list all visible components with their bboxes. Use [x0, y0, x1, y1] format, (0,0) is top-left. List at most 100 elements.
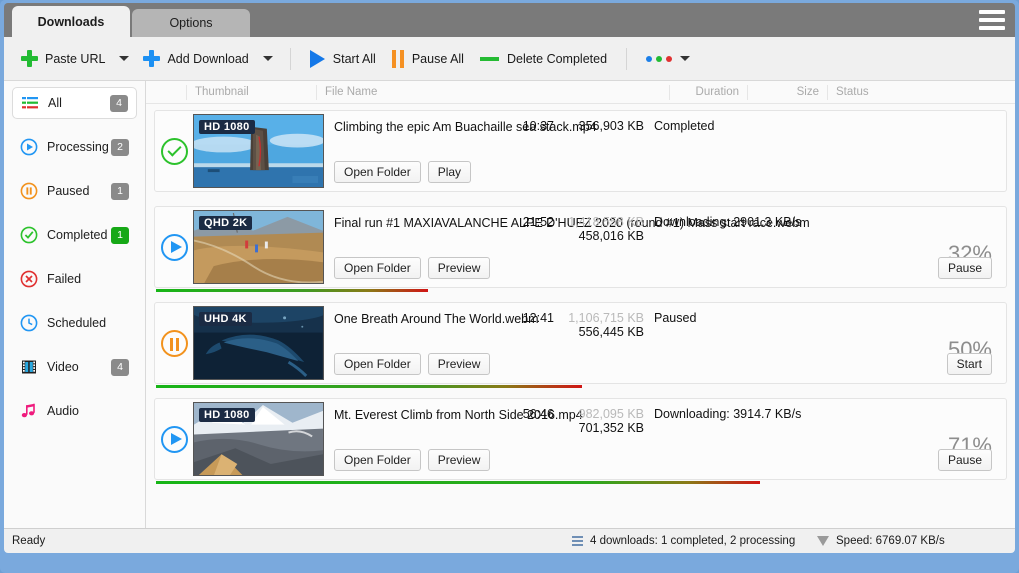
- chevron-down-icon: [262, 56, 273, 61]
- size-downloaded: 701,352 KB: [578, 421, 644, 435]
- tab-downloads[interactable]: Downloads: [12, 6, 130, 37]
- sidebar-item-completed[interactable]: Completed 1: [12, 219, 137, 251]
- row-buttons: Open Folder Play: [334, 161, 472, 183]
- sidebar-item-video[interactable]: Video 4: [12, 351, 137, 383]
- chevron-down-icon: [119, 56, 130, 61]
- preview-button[interactable]: Preview: [427, 353, 491, 375]
- row-action: Pause: [937, 449, 992, 471]
- row-main: Final run #1 MAXIAVALANCHE ALPE D'HUEZ 2…: [324, 207, 1006, 287]
- progress-bar: [156, 481, 761, 484]
- thumbnail[interactable]: HD 1080: [193, 114, 324, 188]
- table-row[interactable]: HD 1080 Mt. Everest Climb from North Sid…: [154, 398, 1007, 484]
- column-header-status[interactable]: Status: [827, 84, 1015, 100]
- play-circle-icon: [160, 425, 188, 453]
- size: 1,106,715 KB 556,445 KB: [562, 311, 654, 339]
- pause-all-label: Pause All: [411, 51, 464, 66]
- add-download-dropdown[interactable]: [258, 44, 278, 74]
- column-headers: Thumbnail File Name Duration Size Status: [146, 81, 1015, 104]
- row-buttons: Open Folder Preview: [334, 353, 491, 375]
- delete-completed-button[interactable]: Delete Completed: [473, 44, 614, 74]
- row-main: Climbing the epic Am Buachaille sea stac…: [324, 111, 1006, 191]
- size-total: 1,418,558 KB: [568, 215, 644, 229]
- progress-bar: [156, 385, 582, 388]
- column-header-size[interactable]: Size: [747, 84, 827, 100]
- hamburger-menu-icon[interactable]: [979, 10, 1005, 30]
- play-button[interactable]: Play: [427, 161, 472, 183]
- duration: 10:37: [522, 119, 554, 133]
- paste-url-label: Paste URL: [45, 51, 106, 66]
- row-meta: 56:46 982,095 KB 701,352 KB Downloading:…: [484, 407, 1006, 435]
- sidebar-item-failed[interactable]: Failed: [12, 263, 137, 295]
- tab-options[interactable]: Options: [132, 9, 250, 37]
- open-folder-button[interactable]: Open Folder: [334, 161, 421, 183]
- start-button[interactable]: Start: [946, 353, 992, 375]
- size: 982,095 KB 701,352 KB: [562, 407, 654, 435]
- row-meta: 10:37 356,903 KB Completed: [484, 119, 1006, 133]
- status-text: Downloading: 3914.7 KB/s: [654, 407, 802, 421]
- column-header-filename[interactable]: File Name: [316, 84, 669, 100]
- sidebar-item-audio[interactable]: Audio: [12, 395, 137, 427]
- open-folder-button[interactable]: Open Folder: [334, 449, 421, 471]
- sidebar-item-scheduled-label: Scheduled: [47, 316, 107, 330]
- row-status-icon-wrap: [155, 303, 193, 383]
- table-row[interactable]: HD 1080 Climbing the epic Am Buachaille …: [154, 110, 1007, 192]
- size-total: 356,903 KB: [578, 119, 644, 133]
- preview-button[interactable]: Preview: [427, 449, 491, 471]
- more-options-button[interactable]: [639, 44, 697, 74]
- sidebar-item-completed-badge: 1: [111, 226, 129, 244]
- row-meta: 12:41 1,106,715 KB 556,445 KB Paused: [484, 311, 1006, 339]
- pause-circle-icon: [20, 182, 38, 200]
- table-row[interactable]: UHD 4K One Breath Around The World.webm …: [154, 302, 1007, 388]
- column-header-duration[interactable]: Duration: [669, 84, 747, 100]
- title-bar: Downloads Options: [4, 3, 1015, 37]
- preview-button[interactable]: Preview: [427, 257, 491, 279]
- add-download-button[interactable]: Add Download: [136, 44, 255, 74]
- table-row[interactable]: QHD 2K Final run #1 MAXIAVALANCHE ALPE D…: [154, 206, 1007, 292]
- minus-icon: [479, 56, 499, 61]
- sidebar-item-processing-badge: 2: [111, 138, 129, 156]
- paste-url-button[interactable]: Paste URL: [14, 44, 112, 74]
- duration: 21:52: [522, 215, 554, 229]
- sidebar: All 4 Processing 2 Paused 1 Completed 1 …: [4, 81, 146, 528]
- pause-button[interactable]: Pause: [937, 257, 992, 279]
- row-status-icon-wrap: [155, 207, 193, 287]
- size: 1,418,558 KB 458,016 KB: [562, 215, 654, 243]
- clock-icon: [20, 314, 38, 332]
- film-icon: [20, 358, 38, 376]
- sidebar-item-video-badge: 4: [111, 358, 129, 376]
- column-header-thumbnail[interactable]: Thumbnail: [186, 84, 316, 100]
- paste-url-dropdown[interactable]: [114, 44, 134, 74]
- check-circle-icon: [20, 226, 38, 244]
- quality-badge: UHD 4K: [199, 312, 252, 326]
- quality-badge: HD 1080: [199, 408, 255, 422]
- row-main: One Breath Around The World.webm 12:41 1…: [324, 303, 1006, 383]
- download-rows: HD 1080 Climbing the epic Am Buachaille …: [146, 104, 1015, 528]
- thumbnail[interactable]: QHD 2K: [193, 210, 324, 284]
- progress-bar: [156, 289, 429, 292]
- open-folder-button[interactable]: Open Folder: [334, 353, 421, 375]
- sidebar-item-all-badge: 4: [110, 94, 128, 112]
- pause-all-button[interactable]: Pause All: [385, 44, 471, 74]
- sidebar-item-video-label: Video: [47, 360, 79, 374]
- status-text: Completed: [654, 119, 715, 133]
- start-all-button[interactable]: Start All: [303, 44, 383, 74]
- thumbnail[interactable]: UHD 4K: [193, 306, 324, 380]
- open-folder-button[interactable]: Open Folder: [334, 257, 421, 279]
- row-action: Pause: [937, 257, 992, 279]
- sidebar-item-all[interactable]: All 4: [12, 87, 137, 119]
- size-downloaded: 556,445 KB: [578, 325, 644, 339]
- sidebar-item-paused-label: Paused: [47, 184, 90, 198]
- play-circle-icon: [20, 138, 38, 156]
- size-downloaded: 458,016 KB: [578, 229, 644, 243]
- quality-badge: HD 1080: [199, 120, 255, 134]
- sidebar-item-paused[interactable]: Paused 1: [12, 175, 137, 207]
- start-all-label: Start All: [332, 51, 376, 66]
- thumbnail[interactable]: HD 1080: [193, 402, 324, 476]
- sidebar-item-processing[interactable]: Processing 2: [12, 131, 137, 163]
- toolbar-divider: [289, 47, 291, 70]
- sidebar-item-scheduled[interactable]: Scheduled: [12, 307, 137, 339]
- pause-button[interactable]: Pause: [937, 449, 992, 471]
- check-circle-icon: [160, 137, 188, 165]
- download-list-pane: Thumbnail File Name Duration Size Status: [146, 81, 1015, 528]
- play-icon: [309, 49, 325, 68]
